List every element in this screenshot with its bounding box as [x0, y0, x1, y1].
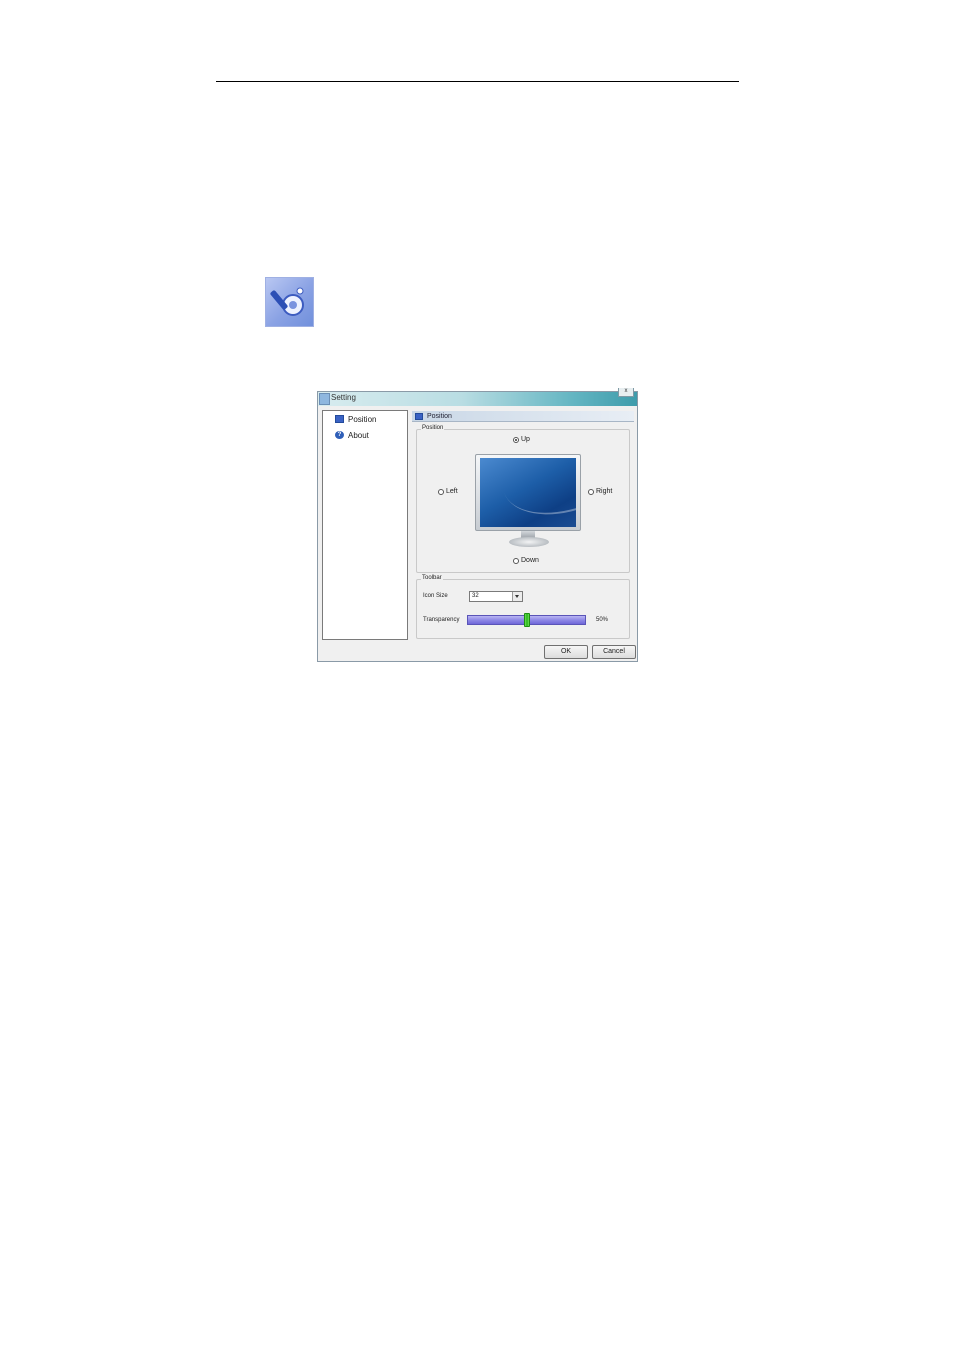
cancel-button[interactable]: Cancel — [592, 645, 636, 659]
radio-up[interactable]: Up — [513, 436, 530, 443]
icon-size-label: Icon Size — [423, 593, 448, 599]
window-title: Setting — [331, 393, 356, 402]
position-group-label: Position — [421, 425, 445, 431]
radio-left-label: Left — [446, 488, 458, 495]
monitor-icon — [415, 412, 423, 420]
close-button[interactable]: x — [618, 388, 634, 397]
help-icon: ? — [335, 431, 344, 439]
nav-tree: Position ? About — [322, 410, 408, 640]
toolbar-group-label: Toolbar — [421, 575, 443, 581]
monitor-bezel — [475, 454, 581, 531]
header-rule — [216, 81, 739, 82]
nav-item-label: Position — [348, 414, 377, 424]
content-header: Position — [412, 411, 634, 422]
radio-down[interactable]: Down — [513, 557, 539, 564]
icon-size-select[interactable]: 32 — [469, 591, 523, 602]
icon-size-value: 32 — [472, 593, 479, 599]
title-bar[interactable]: Setting x — [318, 388, 637, 406]
setting-dialog: Setting x Position ? About Position Posi… — [317, 388, 638, 662]
radio-up-label: Up — [521, 436, 530, 443]
nav-item-label: About — [348, 430, 369, 440]
radio-right-label: Right — [596, 488, 613, 495]
transparency-label: Transparency — [423, 617, 460, 623]
radio-left[interactable]: Left — [438, 488, 458, 495]
monitor-screen — [480, 458, 576, 527]
monitor-preview-image — [475, 454, 581, 554]
radio-down-label: Down — [521, 557, 539, 564]
transparency-value: 50% — [596, 617, 609, 623]
chevron-down-icon[interactable] — [512, 592, 522, 601]
window-icon — [319, 393, 330, 405]
ok-button[interactable]: OK — [544, 645, 588, 659]
nav-item-about[interactable]: ? About — [335, 429, 369, 441]
wrench-gear-icon — [270, 287, 304, 316]
transparency-slider-thumb[interactable] — [523, 613, 530, 627]
nav-item-position[interactable]: Position — [335, 413, 376, 425]
radio-right[interactable]: Right — [588, 488, 612, 495]
monitor-icon — [335, 415, 344, 423]
toolbar-group: Toolbar Icon Size 32 Transparency 50% — [416, 575, 630, 639]
radio-indicator[interactable] — [513, 436, 519, 443]
content-header-title: Position — [427, 412, 452, 420]
position-group: Position Up Left Right Down — [416, 425, 630, 573]
radio-indicator[interactable] — [588, 488, 594, 495]
radio-indicator[interactable] — [438, 488, 444, 495]
settings-app-icon — [265, 277, 314, 327]
radio-indicator[interactable] — [513, 557, 519, 564]
monitor-stand — [509, 537, 549, 547]
